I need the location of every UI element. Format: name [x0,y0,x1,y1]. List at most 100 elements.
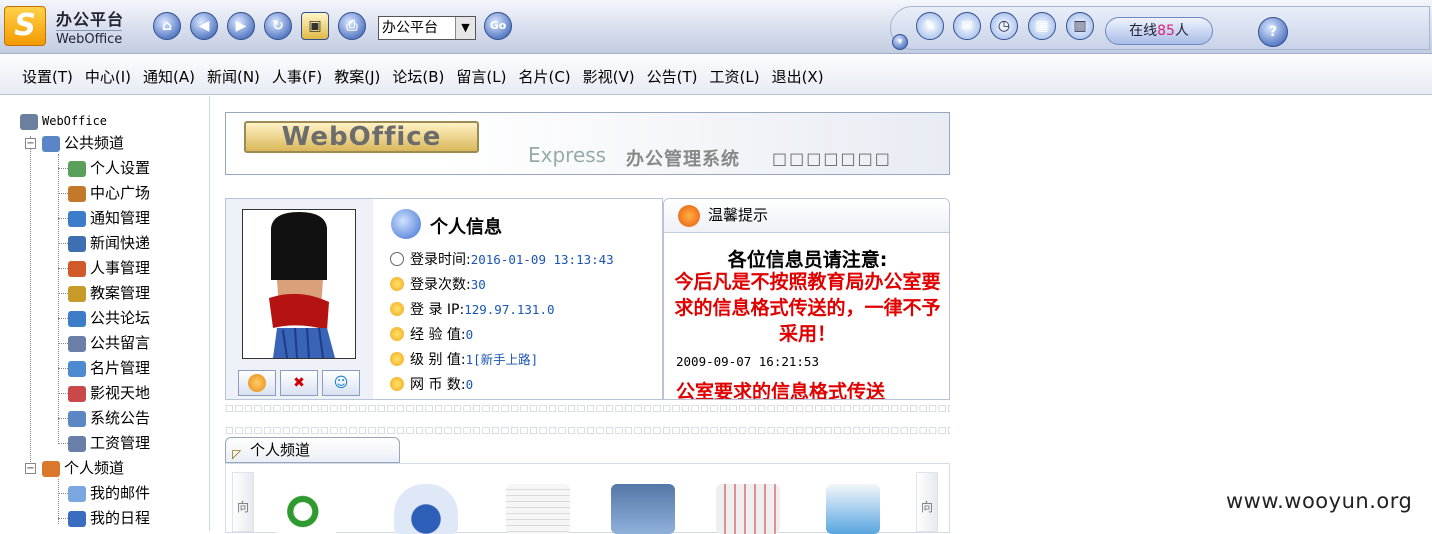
tree-item-icon [68,335,86,352]
info-value-link[interactable]: 1[新手上路] [466,352,539,367]
menu-item-salary[interactable]: 工资(L) [710,66,760,87]
notice-body: 今后凡是不按照教育局办公室要求的信息格式传送的，一律不予采用！ [674,271,941,345]
tree-item[interactable]: 系统公告 [68,407,150,429]
tree-personal-label: 个人频道 [64,459,125,477]
user-info-icon [391,209,421,239]
online-count-button[interactable]: 在线85人 [1105,17,1213,45]
chevron-down-icon[interactable]: ▾ [892,34,908,50]
go-button[interactable]: Go [484,12,512,40]
channel-select[interactable]: 办公平台 ▼ [378,16,476,40]
menu-item-forum[interactable]: 论坛(B) [392,66,444,87]
collapse-public-icon[interactable]: − [25,138,36,149]
tree-item-label: 名片管理 [90,359,151,377]
banner-express: Express [528,143,607,167]
tree-item[interactable]: 公共论坛 [68,307,150,329]
personal-info-panel: ✖ ☺ 个人信息 登录时间:2016-01-09 13:13:43 登录次数:3… [225,198,663,400]
smiley-icon [678,205,700,227]
menu-item-cards[interactable]: 名片(C) [518,66,570,87]
tree-item-icon [68,185,86,202]
back-icon[interactable]: ◀ [190,12,218,40]
document-icon[interactable] [506,484,570,534]
folder-icon[interactable]: ▤ [1028,12,1056,40]
image-file-icon[interactable] [826,484,880,534]
sun-icon [390,377,404,391]
scroll-right-button[interactable]: 向 [916,472,938,532]
tree-item-label: 公共留言 [90,334,151,352]
tree-item-icon [68,160,86,177]
scroll-left-button[interactable]: 向 [232,472,254,532]
chevron-down-icon[interactable]: ▼ [455,17,475,39]
help-button[interactable]: ? [1258,17,1288,47]
info-row-login-count: 登录次数:30 [390,274,486,294]
tree-item[interactable]: 我的邮件 [68,482,150,504]
tree-item[interactable]: 新闻快递 [68,232,150,254]
menu-item-messages[interactable]: 留言(L) [456,66,506,87]
tree-item-icon [68,285,86,302]
clock-icon[interactable]: ◷ [990,12,1018,40]
menu-item-settings[interactable]: 设置(T) [22,66,73,87]
tree-item[interactable]: 人事管理 [68,257,150,279]
home-icon[interactable]: ⌂ [153,12,181,40]
gallery-icon[interactable] [611,484,675,534]
tree-public-channel[interactable]: 公共频道 [42,132,124,154]
tree-item-label: 个人设置 [90,159,151,177]
menu-item-news[interactable]: 新闻(N) [207,66,260,87]
menu-item-lessons[interactable]: 教案(J) [334,66,380,87]
scroll-right-label: 向 [920,500,933,514]
clock-icon[interactable] [394,484,458,534]
refresh-icon[interactable]: ↻ [264,12,292,40]
notes-icon[interactable]: ✎ [916,12,944,40]
menu-item-exit[interactable]: 退出(X) [772,66,824,87]
tree-root[interactable]: WebOffice [20,110,107,132]
info-row-coins: 网 币 数:0 [390,374,473,394]
tree-item[interactable]: 影视天地 [68,382,150,404]
message-icon[interactable]: ✉ [953,12,981,40]
notice-header: 温馨提示 [664,199,949,233]
calendar-icon [68,510,86,527]
info-row-login-ip: 登 录 IP:129.97.131.0 [390,299,555,319]
tree-item-icon [68,260,86,277]
tree-personal-channel[interactable]: 个人频道 [42,457,124,479]
tree-item[interactable]: 我的日程 [68,507,150,529]
navigation-tree: WebOffice − 公共频道 − 个人频道 个人设置中心广场通知管理新闻快递… [0,96,210,531]
tree-item[interactable]: 中心广场 [68,182,150,204]
personal-channel-tab[interactable]: ◸ 个人频道 [225,437,400,463]
email-icon[interactable] [274,484,338,534]
menu-item-hr[interactable]: 人事(F) [272,66,322,87]
channel-select-value: 办公平台 [382,20,438,36]
menu-item-notice[interactable]: 通知(A) [143,66,195,87]
bookmark-icon[interactable]: ▣ [301,12,329,40]
tree-item[interactable]: 教案管理 [68,282,150,304]
info-value: 30 [470,277,486,292]
info-label: 级 别 值: [410,352,466,368]
newspaper-icon[interactable] [716,484,780,534]
tree-item[interactable]: 工资管理 [68,432,150,454]
tree-item[interactable]: 名片管理 [68,357,150,379]
sun-icon [390,352,404,366]
tools-button[interactable]: ✖ [280,370,318,396]
menu-item-announcement[interactable]: 公告(T) [647,66,698,87]
sun-icon [390,302,404,316]
tree-item[interactable]: 个人设置 [68,157,150,179]
info-label: 网 币 数: [410,377,466,393]
app-logo: S [4,6,46,46]
banner-logo: WebOffice [244,121,479,153]
friends-button[interactable]: ☺ [322,370,360,396]
separator-row: □□□□□□□□□□□□□□□□□□□□□□□□□□□□□□□□□□□□□□□□… [225,404,950,414]
collapse-personal-icon[interactable]: − [25,463,36,474]
profile-button[interactable] [238,370,276,396]
tree-item-label: 我的邮件 [90,484,151,502]
tree-item[interactable]: 公共留言 [68,332,150,354]
tree-item-icon [68,385,86,402]
forward-icon[interactable]: ▶ [227,12,255,40]
info-value: 2016-01-09 13:13:43 [470,252,614,267]
info-label: 登录时间: [410,252,471,268]
print-icon[interactable]: ⎙ [338,12,366,40]
menu-item-video[interactable]: 影视(V) [583,66,635,87]
book-icon[interactable]: ▥ [1066,12,1094,40]
brand-chinese: 办公平台 [56,10,125,29]
menu-item-center[interactable]: 中心(I) [85,66,131,87]
notice-scroll-text: 公室要求的信息格式传送 [676,381,886,400]
tree-item[interactable]: 通知管理 [68,207,150,229]
clock-icon [390,252,404,266]
